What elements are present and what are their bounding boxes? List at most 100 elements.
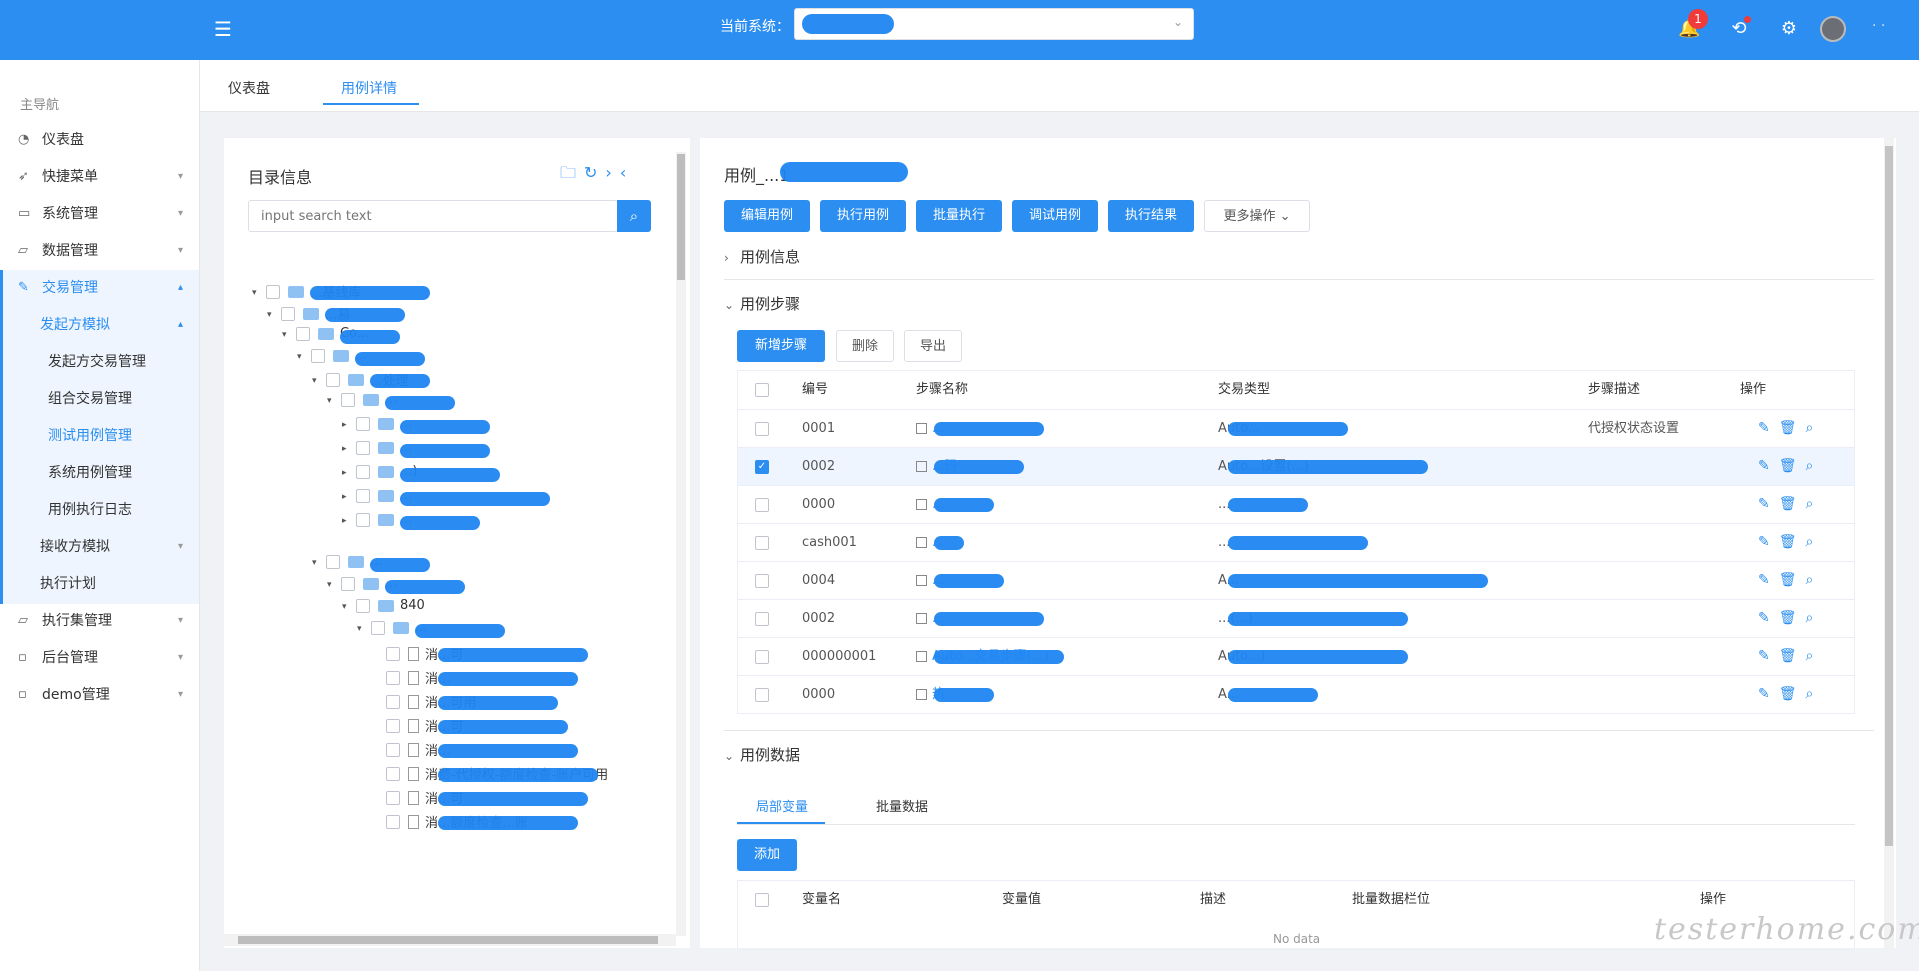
trash-icon[interactable]: 🗑 (1779, 610, 1806, 626)
case-info-header[interactable]: › 用例信息 (724, 246, 800, 267)
detail-vertical-scrollbar[interactable] (1884, 138, 1894, 948)
table-row[interactable]: 0000热...A...✎🗑⌕ (738, 675, 1854, 713)
tree-horizontal-scrollbar[interactable] (224, 934, 676, 946)
table-row[interactable]: 0001...Auto...代授权状态设置✎🗑⌕ (738, 409, 1854, 447)
edit-icon[interactable]: ✎ (1758, 420, 1779, 436)
sidebar-item-dashboard[interactable]: ◔ 仪表盘 (0, 122, 199, 158)
tree-checkbox[interactable] (386, 694, 400, 709)
sidebar-item-system[interactable]: ▭ 系统管理 ▾ (0, 196, 199, 232)
tree-node[interactable]: 消...可 (372, 716, 568, 740)
sidebar-item-backend[interactable]: ▫ 后台管理 ▾ (0, 640, 199, 676)
sidebar-item-shortcuts[interactable]: ➶ 快捷菜单 ▾ (0, 159, 199, 195)
tree-checkbox[interactable] (386, 670, 400, 685)
tree-checkbox[interactable] (341, 392, 355, 407)
tree-checkbox[interactable] (386, 742, 400, 757)
sidebar-item-transactions[interactable]: ✎ 交易管理 ▴ (0, 270, 199, 306)
trash-icon[interactable]: 🗑 (1779, 686, 1806, 702)
tree-node[interactable]: 消... (372, 740, 578, 764)
row-checkbox[interactable] (755, 422, 769, 436)
search-icon[interactable]: ⌕ (1806, 458, 1823, 474)
tree-checkbox[interactable] (386, 814, 400, 829)
caret-down-icon[interactable]: ▾ (312, 376, 326, 386)
caret-down-icon[interactable]: ▾ (327, 396, 341, 406)
trash-icon[interactable]: 🗑 (1779, 496, 1806, 512)
search-icon[interactable]: ⌕ (1806, 686, 1823, 702)
caret-down-icon[interactable]: ▾ (297, 352, 311, 362)
row-checkbox[interactable] (755, 536, 769, 550)
edit-icon[interactable]: ✎ (1758, 610, 1779, 626)
avatar[interactable] (1820, 16, 1846, 42)
tree-node[interactable]: ▾... (327, 392, 455, 416)
tree-node[interactable]: 消费-代授权-额度检查-账户可用 (372, 764, 608, 788)
table-row[interactable]: cash001......✎🗑⌕ (738, 523, 1854, 561)
tree-node[interactable]: 消...可 (372, 788, 588, 812)
tree-checkbox[interactable] (356, 440, 370, 455)
collapse-icon[interactable]: ‹ (620, 163, 634, 182)
tree-node[interactable]: ▾Co... (282, 326, 400, 350)
tree-checkbox[interactable] (386, 766, 400, 781)
caret-down-icon[interactable]: ▾ (342, 602, 356, 612)
sidebar-item-initiator[interactable]: 发起方模拟 ▴ (0, 307, 199, 343)
caret-right-icon[interactable]: ▸ (342, 420, 356, 430)
edit-icon[interactable]: ✎ (1758, 648, 1779, 664)
tree-checkbox[interactable] (356, 598, 370, 613)
tree-checkbox[interactable] (356, 512, 370, 527)
tree-node[interactable]: ▸... (342, 416, 490, 440)
tree-node[interactable]: ▸... (342, 512, 480, 536)
tab-dashboard[interactable]: 仪表盘 (228, 78, 270, 98)
tree-node[interactable]: ▸... (342, 488, 550, 512)
trash-icon[interactable]: 🗑 (1779, 420, 1806, 436)
case-data-header[interactable]: ⌄ 用例数据 (724, 744, 800, 765)
delete-step-button[interactable]: 删除 (836, 330, 894, 362)
caret-right-icon[interactable]: ▸ (342, 516, 356, 526)
user-menu[interactable]: · · (1872, 18, 1885, 34)
tree-checkbox[interactable] (281, 306, 295, 321)
table-row[interactable]: 000000001Auto...交易步骤(...)Auto...)✎🗑⌕ (738, 637, 1854, 675)
edit-icon[interactable]: ✎ (1758, 572, 1779, 588)
tree-node[interactable]: ▾... (357, 620, 505, 644)
sidebar-item-system-cases[interactable]: 系统用例管理 (0, 455, 199, 491)
add-folder-icon[interactable]: 🗀 (560, 163, 584, 182)
sidebar-item-demo[interactable]: ▫ demo管理 ▾ (0, 677, 199, 713)
edit-icon[interactable]: ✎ (1758, 534, 1779, 550)
refresh-icon[interactable]: ↻ (584, 163, 605, 182)
tree-node[interactable]: ▸... (342, 440, 490, 464)
run-case-button[interactable]: 执行用例 (820, 200, 906, 232)
menu-toggle-icon[interactable]: ☰ (214, 18, 232, 40)
tree-checkbox[interactable] (356, 416, 370, 431)
tree-node[interactable]: ▸...) (342, 464, 500, 488)
caret-down-icon[interactable]: ▾ (327, 580, 341, 590)
row-checkbox[interactable] (755, 574, 769, 588)
sidebar-item-exec-plan[interactable]: 执行计划 (0, 566, 199, 602)
tree-checkbox[interactable] (326, 372, 340, 387)
select-all-checkbox[interactable] (755, 383, 769, 397)
caret-right-icon[interactable]: ▸ (342, 444, 356, 454)
add-step-button[interactable]: 新增步骤 (737, 330, 825, 362)
tree-checkbox[interactable] (296, 326, 310, 341)
search-icon[interactable]: ⌕ (1806, 420, 1823, 436)
tree-node[interactable]: ▾... (327, 576, 465, 600)
trash-icon[interactable]: 🗑 (1779, 572, 1806, 588)
edit-icon[interactable]: ✎ (1758, 458, 1779, 474)
caret-down-icon[interactable]: ▾ (312, 558, 326, 568)
scrollbar-thumb[interactable] (238, 936, 658, 944)
search-icon[interactable]: ⌕ (1806, 610, 1823, 626)
tree-checkbox[interactable] (326, 554, 340, 569)
export-button[interactable]: 导出 (904, 330, 962, 362)
tree-checkbox[interactable] (341, 576, 355, 591)
run-result-button[interactable]: 执行结果 (1108, 200, 1194, 232)
table-row[interactable]: 0002......(...)✎🗑⌕ (738, 599, 1854, 637)
caret-down-icon[interactable]: ▾ (252, 288, 266, 298)
tree-checkbox[interactable] (386, 718, 400, 733)
tree-node[interactable]: ▾...处理 (312, 370, 430, 394)
tree-checkbox[interactable] (386, 646, 400, 661)
tab-local-vars[interactable]: 局部变量 (756, 796, 808, 815)
caret-down-icon[interactable]: ▾ (282, 330, 296, 340)
search-icon[interactable]: ⌕ (1806, 648, 1823, 664)
tree-checkbox[interactable] (386, 790, 400, 805)
edit-icon[interactable]: ✎ (1758, 686, 1779, 702)
caret-down-icon[interactable]: ▾ (357, 624, 371, 634)
sidebar-item-test-cases[interactable]: 测试用例管理 (0, 418, 199, 454)
batch-run-button[interactable]: 批量执行 (916, 200, 1002, 232)
search-icon[interactable]: ⌕ (1806, 496, 1823, 512)
